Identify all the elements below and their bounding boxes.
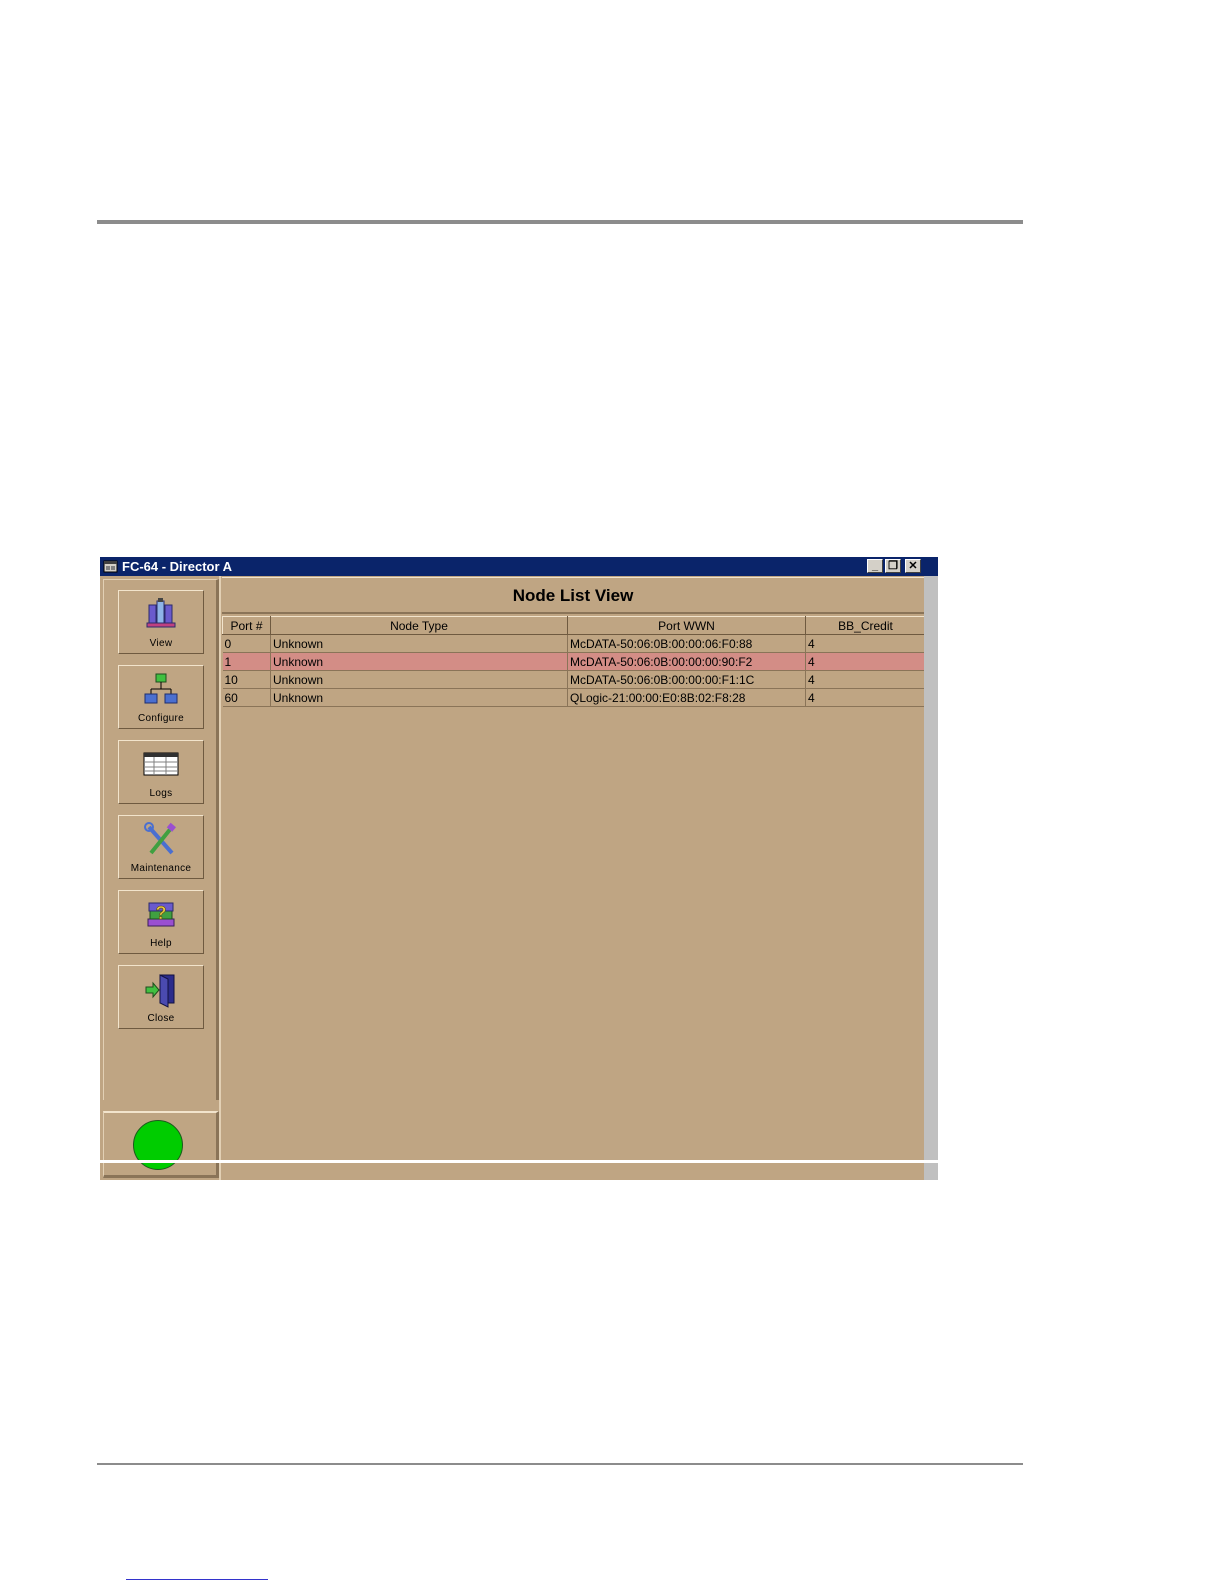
sidebar-item-maintenance[interactable]: Maintenance — [118, 815, 204, 879]
cell-port: 1 — [222, 652, 271, 671]
top-divider — [97, 220, 1023, 224]
table-row[interactable]: 60 Unknown QLogic-21:00:00:E0:8B:02:F8:2… — [222, 688, 926, 707]
maintenance-icon — [144, 822, 176, 855]
table-row-selected[interactable]: 1 Unknown McDATA-50:06:0B:00:00:00:90:F2… — [222, 652, 926, 671]
logs-icon — [143, 752, 179, 776]
table-row[interactable]: 0 Unknown McDATA-50:06:0B:00:00:06:F0:88… — [222, 634, 926, 653]
cell-port-wwn: McDATA-50:06:0B:00:00:00:90:F2 — [567, 652, 806, 671]
window-app-icon — [103, 560, 118, 573]
cell-port: 0 — [222, 634, 271, 653]
sidebar-item-label: Help — [150, 938, 172, 949]
column-header-port-wwn[interactable]: Port WWN — [567, 616, 806, 635]
cell-node-type: Unknown — [270, 670, 568, 689]
app-window: FC-64 - Director A _ ❐ ✕ View Configure … — [100, 557, 938, 1180]
sidebar-item-label: Logs — [149, 788, 173, 799]
cell-node-type: Unknown — [270, 688, 568, 707]
cell-bb-credit: 4 — [805, 670, 926, 689]
main-panel: Node List View Port # Node Type Port WWN… — [219, 576, 926, 1180]
window-title: FC-64 - Director A — [122, 559, 233, 574]
sidebar-item-configure[interactable]: Configure — [118, 665, 204, 729]
cell-port: 60 — [222, 688, 271, 707]
table-header-row: Port # Node Type Port WWN BB_Credit — [222, 616, 926, 635]
column-header-node-type[interactable]: Node Type — [270, 616, 568, 635]
table-row[interactable]: 10 Unknown McDATA-50:06:0B:00:00:00:F1:1… — [222, 670, 926, 689]
bottom-divider — [97, 1463, 1023, 1465]
cell-port: 10 — [222, 670, 271, 689]
status-panel — [103, 1111, 219, 1178]
restore-button[interactable]: ❐ — [885, 559, 901, 573]
cell-port-wwn: McDATA-50:06:0B:00:00:06:F0:88 — [567, 634, 806, 653]
minimize-button[interactable]: _ — [867, 559, 883, 573]
title-bar[interactable]: FC-64 - Director A _ ❐ ✕ — [100, 557, 938, 576]
cell-node-type: Unknown — [270, 652, 568, 671]
sidebar-item-logs[interactable]: Logs — [118, 740, 204, 804]
svg-text:?: ? — [156, 903, 167, 923]
cell-bb-credit: 4 — [805, 652, 926, 671]
sidebar-item-close[interactable]: Close — [118, 965, 204, 1029]
sidebar-item-help[interactable]: ? Help — [118, 890, 204, 954]
configure-icon — [144, 673, 178, 704]
sidebar-item-view[interactable]: View — [118, 590, 204, 654]
node-list-table: Port # Node Type Port WWN BB_Credit 0 Un… — [222, 616, 926, 707]
sidebar-item-label: Configure — [137, 713, 185, 724]
column-header-bb-credit[interactable]: BB_Credit — [805, 616, 926, 635]
cell-node-type: Unknown — [270, 634, 568, 653]
column-header-port[interactable]: Port # — [222, 616, 271, 635]
close-window-button[interactable]: ✕ — [905, 559, 921, 573]
sidebar-item-label: Maintenance — [130, 863, 192, 874]
sidebar-item-label: Close — [147, 1013, 175, 1024]
sidebar-item-label: View — [149, 638, 173, 649]
close-door-icon — [145, 974, 175, 1008]
window-right-border — [924, 576, 938, 1180]
view-icon — [146, 598, 176, 628]
window-bottom-border — [100, 1160, 938, 1163]
help-icon: ? — [147, 902, 175, 927]
footer-link-underline[interactable] — [126, 1579, 268, 1580]
sidebar: View Configure Logs Maintenance ? Help C… — [103, 579, 219, 1100]
client-area: View Configure Logs Maintenance ? Help C… — [100, 576, 938, 1180]
view-title: Node List View — [222, 577, 925, 614]
cell-port-wwn: QLogic-21:00:00:E0:8B:02:F8:28 — [567, 688, 806, 707]
cell-bb-credit: 4 — [805, 688, 926, 707]
cell-port-wwn: McDATA-50:06:0B:00:00:00:F1:1C — [567, 670, 806, 689]
cell-bb-credit: 4 — [805, 634, 926, 653]
